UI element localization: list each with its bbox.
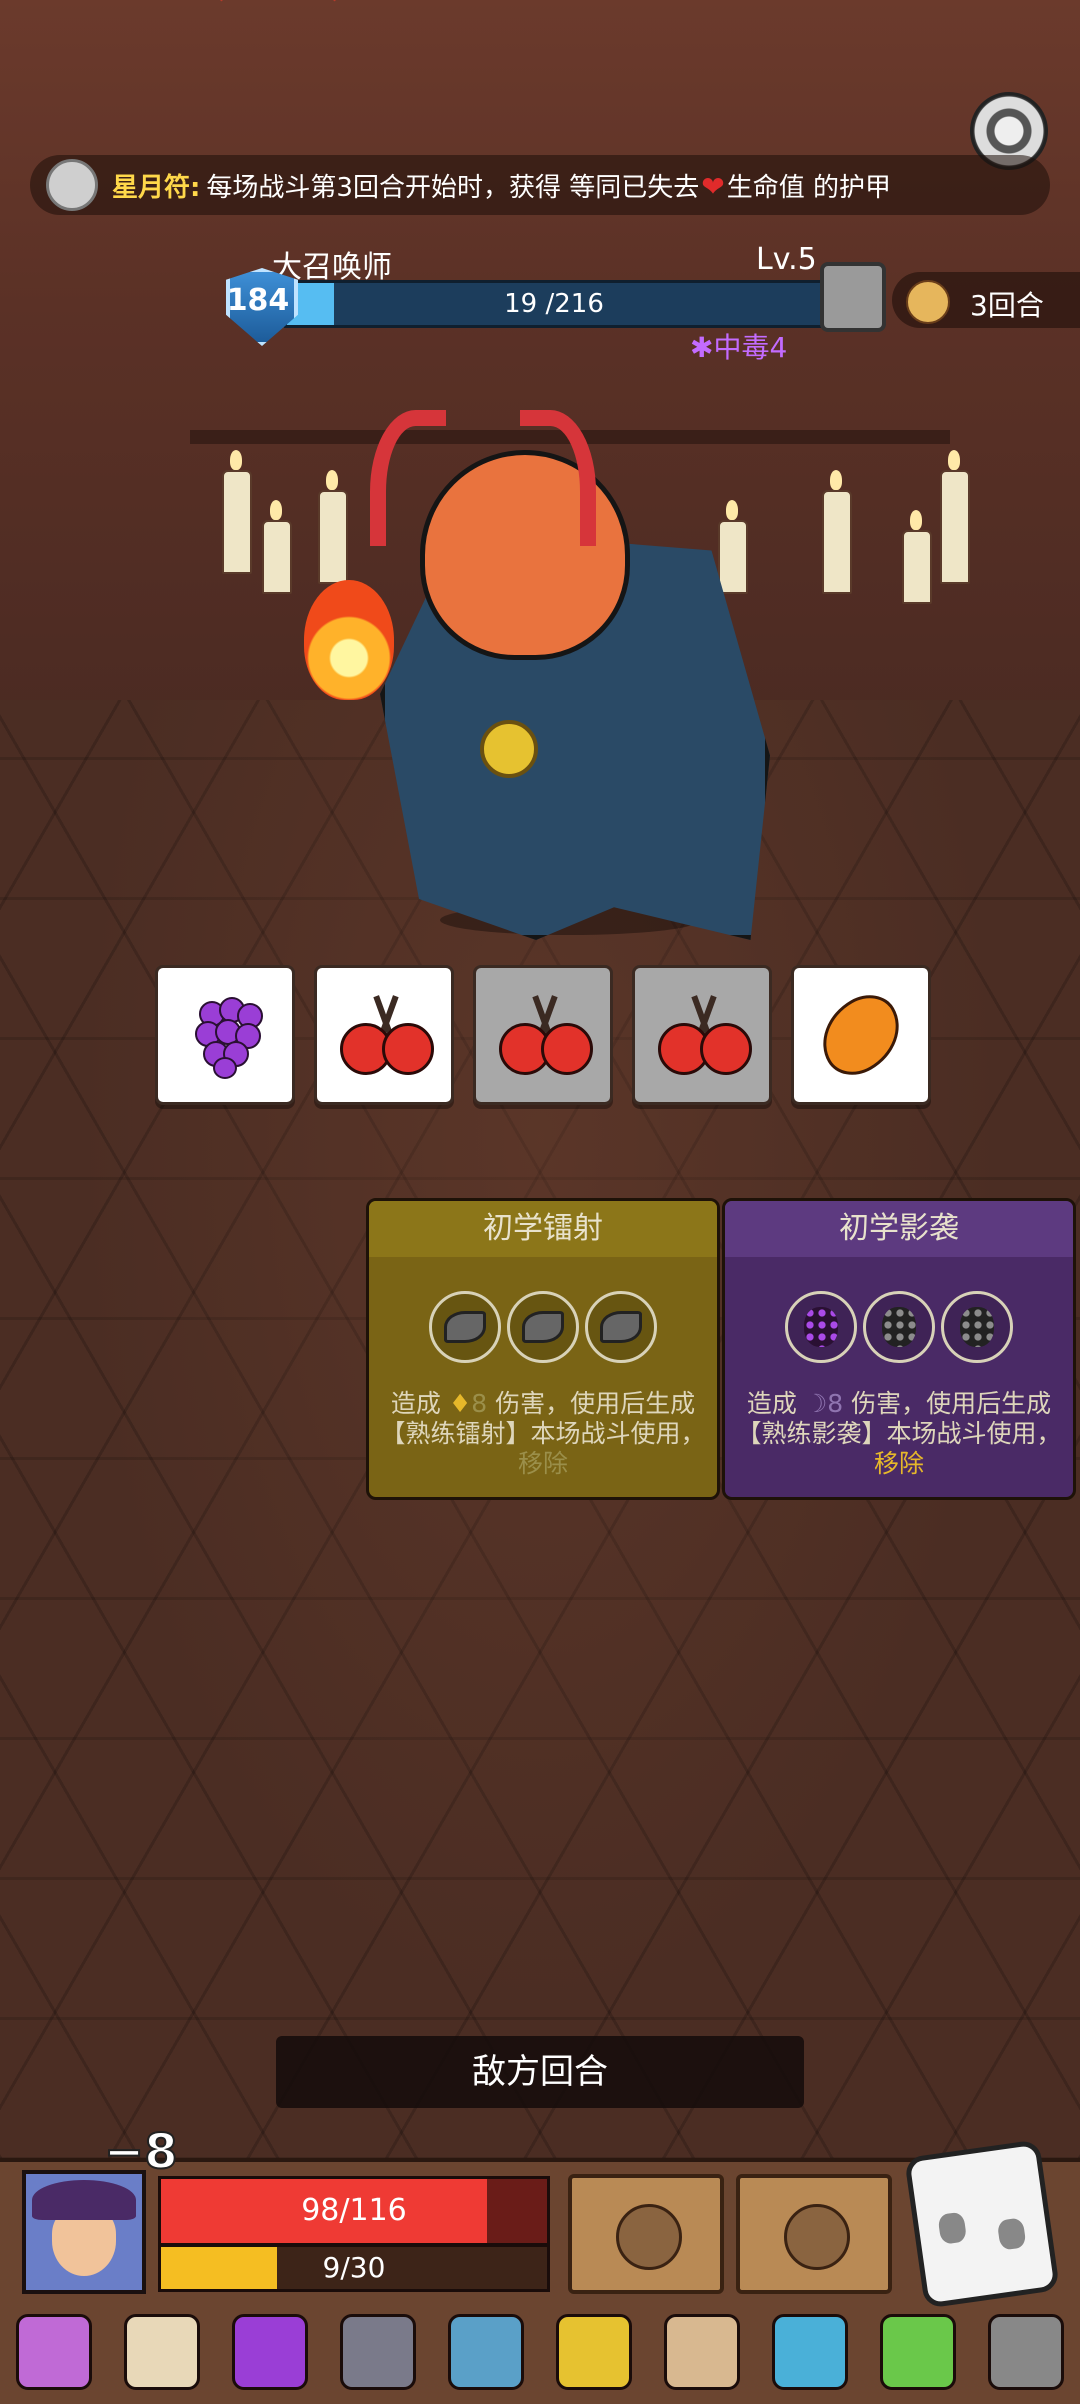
enemy-hp-text: 19 /216 <box>504 289 604 319</box>
cherry-icon <box>495 995 593 1075</box>
relic-effect-banner: 星月符: 每场战斗第3回合开始时，获得 等同已失去❤生命值 的护甲 <box>30 155 1050 215</box>
turn-counter: 3回合 <box>892 272 1080 328</box>
enemy-dice-row <box>155 965 931 1105</box>
wizard-hat-icon <box>32 2180 136 2220</box>
poison-icon: ✱ <box>690 331 714 364</box>
skill-card-shadow-strike[interactable]: 初学影袭 造成 ☽8 伤害，使用后生成【熟练影袭】本场战斗使用，移除 <box>722 1198 1076 1500</box>
leaf-icon[interactable] <box>880 2314 956 2390</box>
rune-skill-button[interactable] <box>736 2174 892 2294</box>
die-grape <box>155 965 295 1105</box>
player-energy-text: 9/30 <box>322 2251 386 2284</box>
gem-icon[interactable] <box>340 2314 416 2390</box>
relic-text-before: 每场战斗第3回合开始时，获得 等同已失去 <box>206 172 700 203</box>
die-cherry <box>314 965 454 1105</box>
heart-icon: ❤ <box>701 169 725 203</box>
cherry-icon <box>336 995 434 1075</box>
grape-icon <box>960 1307 994 1347</box>
enemy-shield-value: 184 <box>226 283 290 318</box>
die-carrot <box>791 965 931 1105</box>
damage-value: 8 <box>471 1389 488 1418</box>
enemy-level: Lv.5 <box>756 242 817 277</box>
pickaxe-icon[interactable] <box>448 2314 524 2390</box>
enemy-turn-banner: 敌方回合 <box>276 2036 804 2108</box>
dice-slot[interactable] <box>785 1291 857 1363</box>
skill-card-title: 初学影袭 <box>725 1201 1073 1257</box>
fireball-icon <box>304 580 394 700</box>
enemy-summoner-sprite[interactable] <box>304 410 770 940</box>
amulet-icon <box>480 720 538 778</box>
candle <box>222 450 252 574</box>
dice-slot[interactable] <box>429 1291 501 1363</box>
skill-card-description: 造成 ♦8 伤害，使用后生成【熟练镭射】本场战斗使用，移除 <box>379 1389 707 1479</box>
turn-counter-text: 3回合 <box>970 289 1044 322</box>
leaf-icon <box>444 1311 486 1343</box>
scroll-icon <box>906 280 950 324</box>
skill-card-title: 初学镭射 <box>369 1201 717 1257</box>
scroll-icon[interactable] <box>124 2314 200 2390</box>
dice-slot[interactable] <box>507 1291 579 1363</box>
poison-status: ✱中毒4 <box>690 326 787 366</box>
poison-status-text: 中毒4 <box>713 331 788 364</box>
horn-icon[interactable] <box>664 2314 740 2390</box>
roll-dice-button[interactable] <box>904 2139 1060 2309</box>
inventory-bar <box>0 2304 1080 2400</box>
enemy-hp-bar: 19 /216 <box>284 280 824 328</box>
leaf-icon <box>600 1311 642 1343</box>
relic-title: 星月符: <box>112 172 201 203</box>
grape-icon <box>882 1307 916 1347</box>
rune-icon <box>784 2204 850 2270</box>
dice-slots <box>369 1291 717 1363</box>
ghost-icon[interactable] <box>988 2314 1064 2390</box>
pumpkin-icon[interactable] <box>772 2314 848 2390</box>
die-cherry-used <box>632 965 772 1105</box>
candle <box>940 450 970 584</box>
grape-icon <box>804 1307 838 1347</box>
desc-prefix: 造成 <box>746 1389 797 1418</box>
player-hp-text: 98/116 <box>301 2193 407 2228</box>
desc-remove: 移除 <box>517 1449 568 1478</box>
player-energy-bar: 9/30 <box>158 2244 550 2292</box>
enemy-info-button[interactable] <box>820 262 886 332</box>
crown-icon[interactable] <box>556 2314 632 2390</box>
candle <box>902 510 932 604</box>
relic-description: 每场战斗第3回合开始时，获得 等同已失去❤生命值 的护甲 <box>206 167 891 204</box>
die-pip <box>996 2217 1027 2251</box>
relic-text-after: 生命值 的护甲 <box>726 172 891 203</box>
skill-card-description: 造成 ☽8 伤害，使用后生成【熟练影袭】本场战斗使用，移除 <box>735 1389 1063 1479</box>
dice-slot[interactable] <box>863 1291 935 1363</box>
desc-prefix: 造成 <box>390 1389 441 1418</box>
lock-icon <box>616 2204 682 2270</box>
potion-icon[interactable] <box>232 2314 308 2390</box>
die-cherry-used <box>473 965 613 1105</box>
enemy-horn <box>370 410 446 546</box>
boot-icon[interactable] <box>16 2314 92 2390</box>
candle <box>822 470 852 594</box>
grape-icon <box>193 997 263 1079</box>
enemy-horn <box>520 410 596 546</box>
player-avatar[interactable] <box>22 2170 146 2294</box>
player-hp-bar: 98/116 <box>158 2176 550 2246</box>
cherry-icon <box>654 995 752 1075</box>
candle <box>262 500 292 594</box>
desc-remove: 移除 <box>873 1449 924 1478</box>
leaf-icon <box>522 1311 564 1343</box>
carrot-icon <box>807 983 915 1087</box>
damage-value: 8 <box>827 1389 844 1418</box>
rune-disc-icon <box>46 159 98 211</box>
skill-card-laser[interactable]: 初学镭射 造成 ♦8 伤害，使用后生成【熟练镭射】本场战斗使用，移除 <box>366 1198 720 1500</box>
dice-slot[interactable] <box>941 1291 1013 1363</box>
diamond-icon: ♦ <box>448 1389 472 1418</box>
dice-slots <box>725 1291 1073 1363</box>
lock-dice-button[interactable] <box>568 2174 724 2294</box>
dice-slot[interactable] <box>585 1291 657 1363</box>
die-pip <box>937 2211 968 2245</box>
moon-icon: ☽ <box>804 1389 828 1418</box>
